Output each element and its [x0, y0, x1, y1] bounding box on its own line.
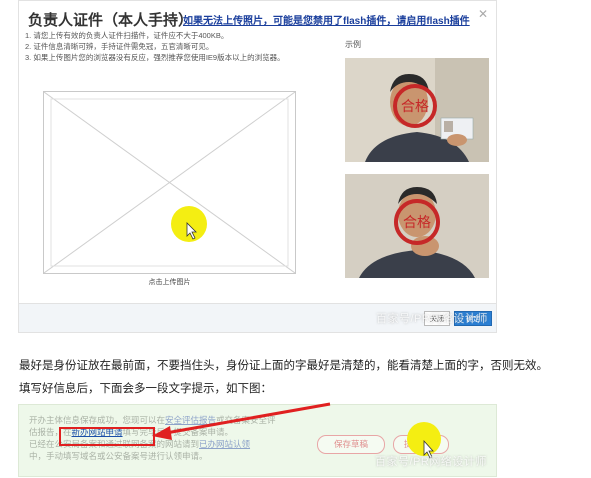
- upload-instructions: 1. 请您上传有效的负责人证件扫描件，证件应不大于400KB。 2. 证件信息清…: [25, 30, 335, 63]
- image-upload-area[interactable]: 点击上传图片: [43, 91, 296, 286]
- svg-text:合格: 合格: [403, 215, 431, 231]
- notice-text-segment: 开办主体信息保存成功，您现可以在: [29, 415, 166, 425]
- instruction-line: 3. 如果上传图片您的浏览器没有反应，强烈推荐您使用IE9版本以上的浏览器。: [25, 53, 285, 62]
- image-placeholder-icon: [44, 92, 295, 273]
- highlight-box: [59, 427, 155, 446]
- article-paragraph: 最好是身份证放在最前面，不要挡住头，身份证上面的字最好是清楚的，能看清楚上面的字…: [19, 360, 548, 372]
- upload-label[interactable]: 点击上传图片: [44, 277, 295, 287]
- upload-dialog: 负责人证件（本人手持） 如果无法上传照片，可能是您禁用了flash插件，请启用f…: [18, 0, 497, 333]
- svg-text:合格: 合格: [401, 99, 429, 115]
- example-photo: 合格: [345, 174, 489, 278]
- flash-warning-link[interactable]: 如果无法上传照片，可能是您禁用了flash插件，请启用flash插件: [183, 12, 470, 27]
- watermark: 百家号/PR网络设计师: [376, 313, 488, 325]
- security-report-link[interactable]: 安全评估报告: [165, 415, 216, 425]
- watermark: 百家号/PR网络设计师: [375, 456, 487, 468]
- example-label: 示例: [345, 40, 361, 49]
- example-photo: 合格: [345, 58, 489, 162]
- claim-website-link[interactable]: 已办网站认领: [199, 439, 250, 449]
- notice-text-segment: 中，手动填写域名或公安备案号进行认领申请。: [29, 451, 208, 461]
- cursor-highlight: [171, 206, 207, 242]
- cursor-highlight: [407, 422, 441, 456]
- dialog-title: 负责人证件（本人手持）: [28, 12, 194, 29]
- close-icon[interactable]: ✕: [476, 7, 490, 21]
- article-paragraph: 填写好信息后，下面会多一段文字提示，如下图：: [19, 383, 272, 395]
- save-draft-button[interactable]: 保存草稿: [317, 435, 385, 454]
- instruction-line: 2. 证件信息清晰可辨，手持证件需免冠，五官清晰可见。: [25, 42, 214, 51]
- instruction-line: 1. 请您上传有效的负责人证件扫描件，证件应不大于400KB。: [25, 31, 229, 40]
- notice-text-segment: 或交备案安全评: [216, 415, 276, 425]
